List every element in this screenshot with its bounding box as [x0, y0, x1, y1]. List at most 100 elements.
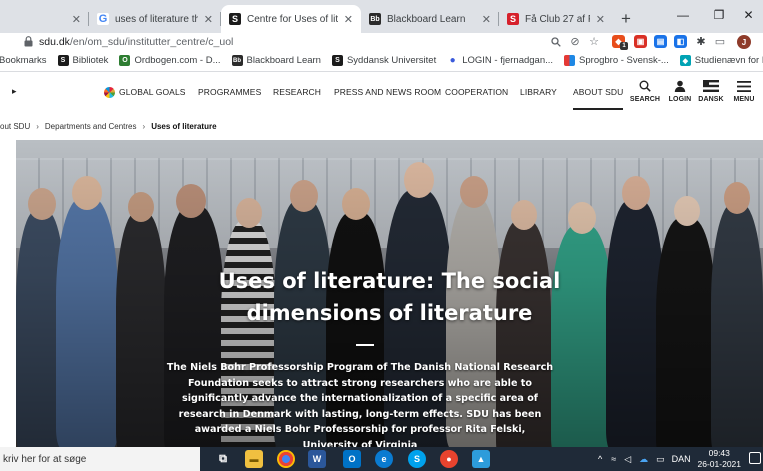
tracking-blocked-icon[interactable]: ⊘ [567, 34, 583, 49]
language-indicator[interactable]: DAN [672, 454, 691, 464]
breadcrumb-separator-icon: › [142, 121, 146, 131]
minimize-icon[interactable]: — [665, 0, 701, 30]
save-extension-icon[interactable]: ◧ [674, 35, 687, 48]
bookmark-item[interactable]: Bb Blackboard Learn [231, 55, 321, 66]
nav-cooperation[interactable]: COOPERATION [445, 72, 508, 112]
notification-badge: 1 [620, 42, 628, 50]
blackboard-icon: Bb [231, 55, 243, 66]
menu-button[interactable]: MENU [729, 76, 759, 110]
language-button[interactable]: DANSK [696, 76, 726, 110]
browser-tab[interactable]: ✕ [0, 5, 89, 33]
sdu-icon: S [57, 55, 69, 66]
translate-extension-icon[interactable]: ▤ [654, 35, 667, 48]
bookmark-label: Ordbogen.com - D... [134, 55, 221, 66]
taskbar-search-field[interactable]: kriv her for at søge [0, 447, 200, 471]
bookmark-label: Bibliotek [72, 55, 109, 66]
search-button[interactable]: SEARCH [630, 76, 660, 110]
clock-date: 26-01-2021 [697, 459, 741, 469]
breadcrumb: out SDU › Departments and Centres › Uses… [0, 112, 763, 140]
nav-press-and-news-room[interactable]: PRESS AND NEWS ROOM [334, 72, 441, 112]
notifications-icon[interactable] [749, 452, 761, 464]
nav-label: RESEARCH [273, 87, 322, 97]
onedrive-icon[interactable]: ☁ [639, 454, 648, 465]
bookmark-item[interactable]: O Ordbogen.com - D... [119, 55, 221, 66]
bookmark-item[interactable]: ◆Studienævn for Da... [679, 55, 763, 66]
logo-fragment-icon[interactable]: ▸ [12, 86, 17, 97]
bookmark-item[interactable]: Sprogbro - Svensk-... [564, 55, 669, 66]
nav-label: LIBRARY [520, 87, 557, 97]
breadcrumb-link[interactable]: out SDU [0, 122, 30, 131]
bookmark-item[interactable]: S Syddansk Universitet [331, 55, 436, 66]
browser-tab-strip: ✕ G uses of literature the social ✕ S Ce… [0, 0, 763, 33]
nav-label: PROGRAMMES [198, 87, 262, 97]
close-tab-icon[interactable]: ✕ [72, 13, 81, 26]
bookmarks-bar: Bookmarks S Bibliotek O Ordbogen.com - D..… [0, 50, 763, 72]
show-hidden-icons-icon[interactable]: ^ [598, 454, 602, 464]
address-bar: sdu.dk/en/om_sdu/institutter_centre/c_uo… [0, 33, 763, 50]
hero-description: The Niels Bohr Professorship Program of … [166, 362, 554, 447]
search-label: SEARCH [629, 96, 661, 103]
hero-banner: Uses of literature: The social dimension… [16, 140, 763, 447]
breadcrumb-link[interactable]: Departments and Centres [45, 122, 137, 131]
restore-icon[interactable]: ❐ [701, 0, 737, 30]
close-tab-icon[interactable]: ✕ [344, 13, 353, 26]
search-icon[interactable] [548, 34, 564, 49]
edge-icon[interactable]: e [375, 450, 393, 468]
bookmark-label: Studienævn for Da... [694, 55, 763, 66]
bookmark-label: LOGIN - fjernadgan... [462, 55, 554, 66]
bookmark-item[interactable]: Bookmarks [0, 55, 47, 66]
sdu-icon: S [229, 13, 241, 25]
nav-about-sdu[interactable]: ABOUT SDU [573, 72, 624, 112]
volume-icon[interactable]: ◁ [624, 454, 631, 465]
taskbar-clock[interactable]: 09:43 26-01-2021 [698, 448, 741, 470]
new-tab-button[interactable]: + [613, 5, 639, 33]
browser-tab[interactable]: G uses of literature the social ✕ [89, 5, 221, 33]
chrome-icon[interactable] [277, 450, 295, 468]
breadcrumb-separator-icon: › [36, 121, 39, 131]
hero-title-line: Uses of literature: The social [218, 269, 561, 293]
profile-avatar[interactable]: J [737, 35, 751, 49]
login-label: LOGIN [668, 96, 692, 103]
photos-icon[interactable]: ▲ [472, 450, 490, 468]
nav-global-goals[interactable]: GLOBAL GOALS [104, 72, 186, 112]
extensions-puzzle-icon[interactable]: ✱ [693, 34, 709, 49]
sprogbro-icon [564, 55, 576, 66]
tab-title: Få Club 27 af Peder Bundga [525, 13, 590, 25]
network-icon[interactable]: ≈ [611, 454, 616, 464]
user-icon [674, 76, 686, 96]
close-tab-icon[interactable]: ✕ [596, 13, 605, 26]
bookmark-star-icon[interactable]: ☆ [586, 34, 602, 49]
browser-tab[interactable]: Bb Blackboard Learn ✕ [361, 5, 499, 33]
menu-label: MENU [733, 96, 755, 103]
cast-icon[interactable]: ▭ [712, 34, 728, 49]
system-tray: ^ ≈ ◁ ☁ ▭ DAN [598, 447, 691, 471]
bookmark-item[interactable]: S Bibliotek [57, 55, 109, 66]
task-view-icon[interactable]: ⧉ [214, 450, 232, 468]
pdf-extension-icon[interactable]: ▣ [634, 35, 647, 48]
skype-icon[interactable]: S [408, 450, 426, 468]
login-icon: ● [447, 55, 459, 66]
outlook-icon[interactable]: O [343, 450, 361, 468]
bookmark-label: Blackboard Learn [246, 55, 321, 66]
lock-icon [24, 36, 34, 48]
bookmark-label: Sprogbro - Svensk-... [579, 55, 669, 66]
bookmark-item[interactable]: ● LOGIN - fjernadgan... [447, 55, 553, 66]
close-tab-icon[interactable]: ✕ [204, 13, 213, 26]
login-button[interactable]: LOGIN [665, 76, 695, 110]
nav-library[interactable]: LIBRARY [520, 72, 557, 112]
nav-programmes[interactable]: PROGRAMMES [198, 72, 261, 112]
url-field[interactable]: sdu.dk/en/om_sdu/institutter_centre/c_uo… [24, 33, 584, 50]
file-explorer-icon[interactable]: ▬ [245, 450, 263, 468]
nav-research[interactable]: RESEARCH [273, 72, 321, 112]
word-icon[interactable]: W [308, 450, 326, 468]
close-tab-icon[interactable]: ✕ [482, 13, 491, 26]
battery-icon[interactable]: ▭ [656, 454, 665, 465]
media-app-icon[interactable]: ● [440, 450, 458, 468]
browser-tab-active[interactable]: S Centre for Uses of literature ✕ [221, 5, 361, 33]
close-window-icon[interactable]: ✕ [734, 0, 763, 30]
tab-title: uses of literature the social [115, 13, 198, 25]
nav-label: ABOUT SDU [573, 87, 624, 97]
bookmark-label: Bookmarks [0, 55, 47, 66]
clock-time: 09:43 [708, 448, 730, 458]
browser-tab[interactable]: S Få Club 27 af Peder Bundga ✕ [499, 5, 613, 33]
